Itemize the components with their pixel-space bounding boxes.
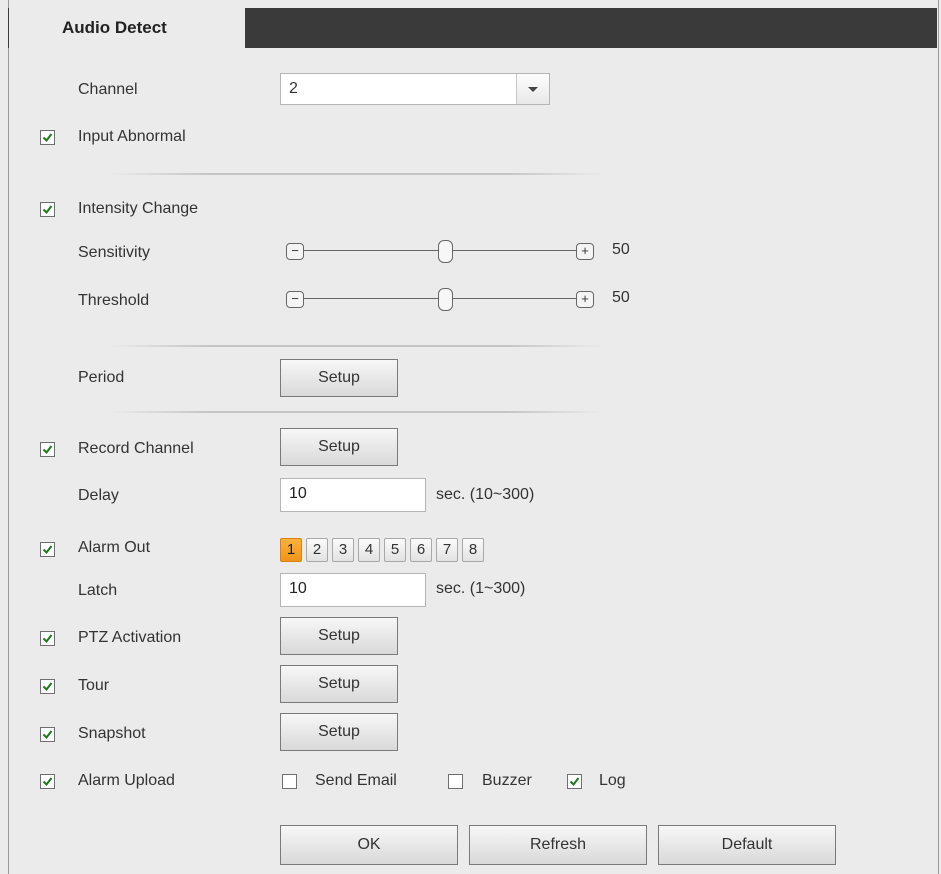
minus-icon[interactable]: − [286, 291, 304, 308]
tour-checkbox[interactable] [40, 679, 55, 694]
alarm-out-label: Alarm Out [78, 539, 151, 556]
checkmark-icon [42, 445, 53, 455]
plus-icon[interactable]: + [576, 291, 594, 308]
period-setup-button[interactable]: Setup [280, 359, 398, 397]
log-checkbox[interactable] [567, 774, 582, 789]
alarm-upload-label: Alarm Upload [78, 772, 175, 789]
channel-value: 2 [289, 80, 298, 97]
alarm-out-channel-2[interactable]: 2 [306, 538, 328, 562]
latch-hint: sec. (1~300) [436, 580, 526, 597]
alarm-out-checkbox[interactable] [40, 542, 55, 557]
send-email-label: Send Email [315, 772, 397, 789]
refresh-button[interactable]: Refresh [469, 825, 647, 865]
checkmark-icon [42, 545, 53, 555]
checkmark-icon [42, 205, 53, 215]
default-button[interactable]: Default [658, 825, 836, 865]
sensitivity-slider[interactable]: − + 50 [286, 240, 630, 263]
delay-input[interactable]: 10 [280, 478, 426, 512]
intensity-change-checkbox[interactable] [40, 202, 55, 217]
ptz-activation-checkbox[interactable] [40, 631, 55, 646]
checkmark-icon [42, 133, 53, 143]
snapshot-label: Snapshot [78, 725, 146, 742]
buzzer-label: Buzzer [482, 772, 532, 789]
checkmark-icon [42, 730, 53, 740]
chevron-down-icon[interactable] [516, 74, 549, 104]
snapshot-checkbox[interactable] [40, 727, 55, 742]
checkmark-icon [569, 777, 580, 787]
tab-audio-detect[interactable]: Audio Detect [9, 8, 245, 49]
period-label: Period [78, 369, 125, 386]
plus-icon[interactable]: + [576, 243, 594, 260]
latch-input[interactable]: 10 [280, 573, 426, 607]
send-email-checkbox[interactable] [282, 774, 297, 789]
alarm-out-channel-1[interactable]: 1 [280, 538, 302, 562]
channel-label: Channel [78, 81, 138, 98]
slider-thumb[interactable] [438, 288, 453, 311]
alarm-out-channel-7[interactable]: 7 [436, 538, 458, 562]
input-abnormal-checkbox[interactable] [40, 130, 55, 145]
divider [110, 173, 604, 175]
alarm-out-channel-4[interactable]: 4 [358, 538, 380, 562]
latch-label: Latch [78, 582, 118, 599]
threshold-slider[interactable]: − + 50 [286, 288, 630, 311]
alarm-out-channel-5[interactable]: 5 [384, 538, 406, 562]
divider [110, 345, 604, 347]
delay-label: Delay [78, 487, 119, 504]
alarm-out-channel-3[interactable]: 3 [332, 538, 354, 562]
input-abnormal-label: Input Abnormal [78, 128, 186, 145]
checkmark-icon [42, 634, 53, 644]
sensitivity-value: 50 [612, 241, 630, 258]
record-channel-setup-button[interactable]: Setup [280, 428, 398, 466]
ok-button[interactable]: OK [280, 825, 458, 865]
checkmark-icon [42, 777, 53, 787]
minus-icon[interactable]: − [286, 243, 304, 260]
ptz-setup-button[interactable]: Setup [280, 617, 398, 655]
record-channel-label: Record Channel [78, 440, 194, 457]
intensity-change-label: Intensity Change [78, 200, 199, 217]
sensitivity-label: Sensitivity [78, 244, 151, 261]
tour-label: Tour [78, 677, 110, 694]
buzzer-checkbox[interactable] [448, 774, 463, 789]
slider-thumb[interactable] [438, 240, 453, 263]
threshold-label: Threshold [78, 292, 150, 309]
ptz-activation-label: PTZ Activation [78, 629, 182, 646]
tour-setup-button[interactable]: Setup [280, 665, 398, 703]
delay-hint: sec. (10~300) [436, 486, 535, 503]
log-label: Log [599, 772, 626, 789]
alarm-upload-checkbox[interactable] [40, 774, 55, 789]
threshold-value: 50 [612, 289, 630, 306]
alarm-out-channel-6[interactable]: 6 [410, 538, 432, 562]
snapshot-setup-button[interactable]: Setup [280, 713, 398, 751]
channel-select[interactable]: 2 [280, 73, 550, 105]
record-channel-checkbox[interactable] [40, 442, 55, 457]
checkmark-icon [42, 682, 53, 692]
divider [110, 411, 604, 413]
alarm-out-channel-8[interactable]: 8 [462, 538, 484, 562]
